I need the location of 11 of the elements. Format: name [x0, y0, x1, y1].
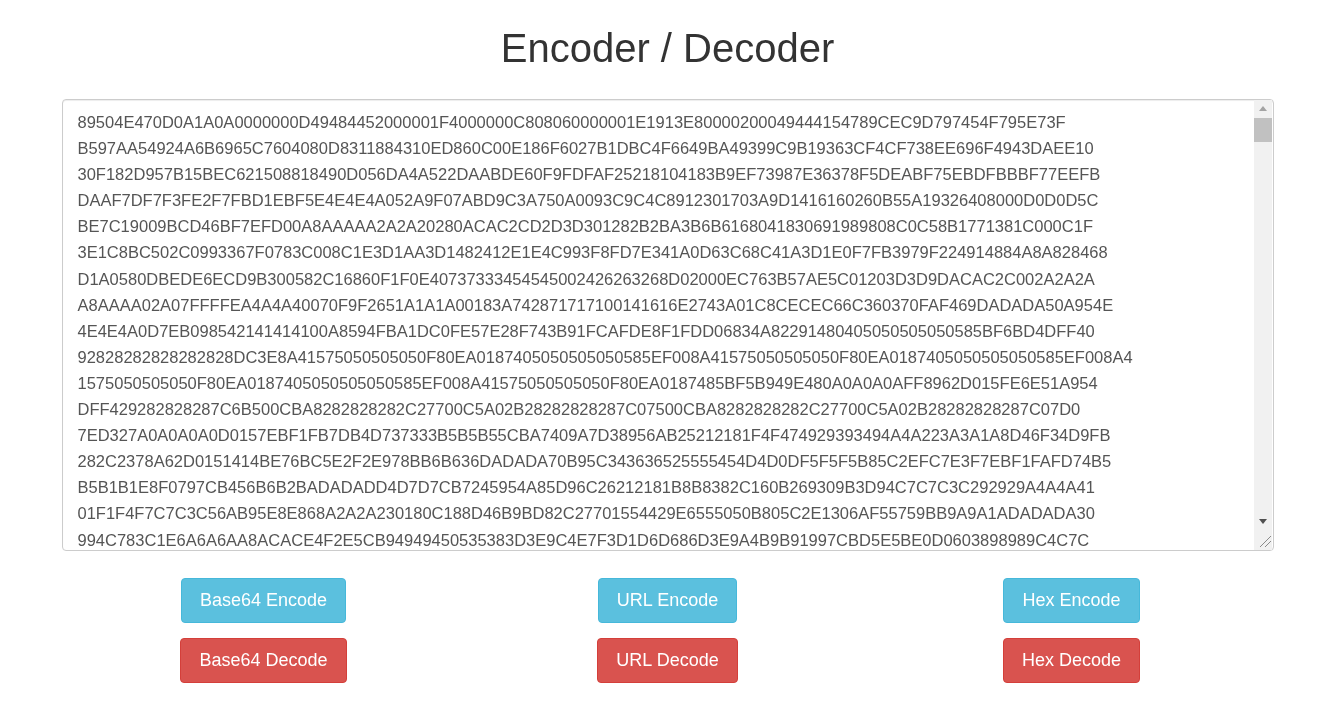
decode-button[interactable]: Base64 Decode: [180, 638, 347, 683]
encode-button[interactable]: URL Encode: [597, 578, 738, 623]
decode-button[interactable]: URL Decode: [597, 638, 738, 683]
up-arrow-icon[interactable]: [1258, 106, 1267, 111]
text-area[interactable]: 89504E470D0A1A0A0000000D49484452000001F4000000C808060000001E1913E80000200049444154789CEC9D797454F795E73F B597AA54924A6B6965C7604080D8311884310ED860C00E186F6027B1DBC4F6649BA49399C9B19363CF4CF738EE696F4943DAEE10 30F182D957B15BEC621508818490D056DA4A522DAABDE60F9FDFAF25218104183B9EF73987E36378F5DEABF75EBDFBBBF77EEFB DAAF7DF7F3FE2F7FBD1EBF5E4E4E4A052A9F07ABD9C3A750A0093C9C4C8912301703A9D1416160260B55A19326408000D0D0D5C BE7C19009BCD46BF7EFD00A8AAAAA2A2A20280ACAC2CD2D3D301282B2BA3B6B6168041830691989808C0C58B1771381C000C1F 3E1C8BC502C0993367F0783C008C1E3D1AA3D1482412E1E4C993F8FD7E341A0D63C68C41A3D1E0F7FB3979F224914884A8A828468 D1A0580DBEDE6ECD9B300582C16860F1F0E40737333454545002426263268D02000EC763B57AE5C01203D3D9DACAC2C002A2A2A A8AAAA02A07FFFFEA4A4A40070F9F2651A1A1A00183A742871717100141616E2743A01C8CECEC66C360370FAF469DADADA50A954E 4E4E4A0D7EB098542141414100A8594FBA1DC0FE57E28F743B91FCAFDE8F1FDD06834A82291480405050505050585BF6BD4DFF40 92828282828282828DC3E8A41575050505050F80EA0187405050505050585EF008A41575050505050F80EA0187405050505050585EF008A4 1575050505050F80EA0187405050505050585EF008A41575050505050F80EA0187485BF5B949E480A0A0A0AFF8962D015FE6E51A954 DFF429282828287C6B500CBA8282828282C27700C5A02B28282828287C07500CBA8282828282C27700C5A02B28282828287C07D0 7ED327A0A0A0A0D0157EBF1FB7DB4D737333B5B5B55CBA7409A7D38956AB25212181F4F474929393494A4A223A3A1A8D46F34D9FB 282C2378A62D0151414BE76BC5E2F2E978BB6B636DADADA70B95C343636525555454D4D0DF5F5F5B85C2EFC7E3F7EBF1FAFD74B5 B5B1B1E8F0797CB456B6B2BADADADD4D7D7CB7245954A85D96C26212181B8B8382C160B269309B3D94C7C7C3C292929A4A4A41 01F1F4F7C7C3C56AB95E8E868A2A2A230180C188D46B9BD82C27701554429E6555050B805C2E1306AF55759BB9A9A1ADADADA30 994C783C1E6A6A6AA8ACACE4F2E5CB94949450535383D3E9C4E7F3D1D6D686D3E9A4B9B91997CBD5E5BE0D0603898989C4C7C: [61, 99, 1274, 551]
decode-button[interactable]: Hex Decode: [1002, 638, 1141, 683]
encode-button[interactable]: Base64 Encode: [180, 578, 347, 623]
page-title: Encoder / Decoder: [500, 26, 835, 70]
resize-grip-icon[interactable]: [1258, 535, 1271, 547]
down-arrow-icon[interactable]: [1258, 519, 1267, 524]
encode-button[interactable]: Hex Encode: [1003, 578, 1140, 623]
